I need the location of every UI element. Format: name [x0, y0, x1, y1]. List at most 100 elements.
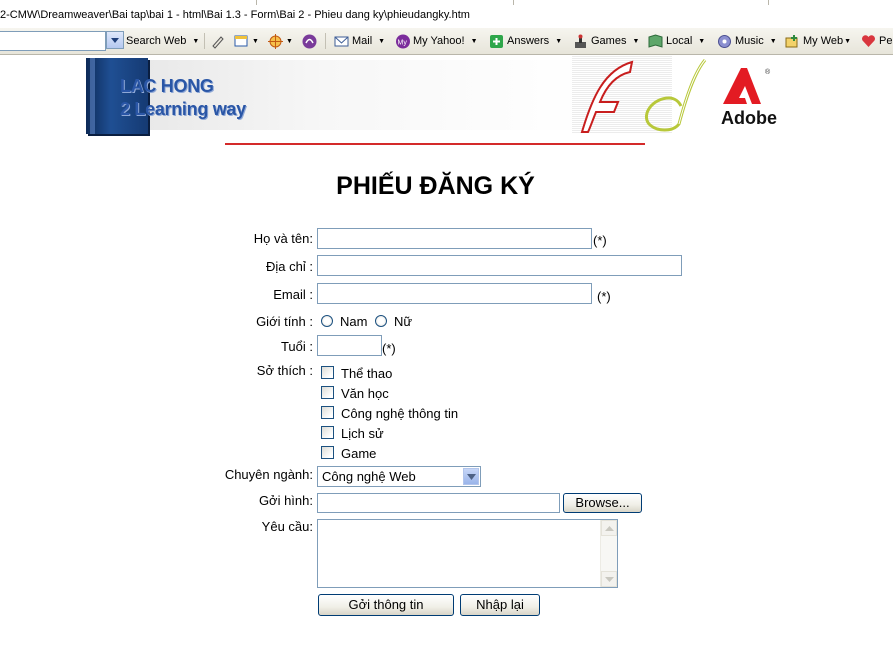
address-field[interactable]	[317, 255, 682, 276]
age-field[interactable]	[317, 335, 382, 356]
anti-spy-button[interactable]: ▼	[268, 32, 293, 50]
chevron-down-icon: ▼	[844, 37, 852, 45]
divider	[325, 33, 326, 49]
toolbar-label: Per	[879, 35, 893, 47]
svg-text:My: My	[398, 39, 408, 46]
address-label: Địa chỉ :	[266, 259, 313, 274]
chevron-down-icon: ▼	[698, 37, 706, 45]
pencil-icon	[210, 34, 225, 49]
major-selected-value: Công nghệ Web	[322, 469, 416, 484]
toolbar-games[interactable]: Games ▼	[573, 32, 639, 50]
hobby-label: Sở thích :	[256, 363, 313, 378]
required-mark: (*)	[382, 341, 396, 356]
textarea-scrollbar[interactable]	[600, 520, 617, 587]
hobby-sports-checkbox[interactable]	[321, 366, 334, 379]
gender-male-radio[interactable]	[321, 315, 333, 327]
toolbar-search-dropdown[interactable]	[106, 31, 124, 49]
chevron-down-icon	[467, 474, 476, 480]
flash-logo-icon	[580, 60, 634, 133]
toolbar-local[interactable]: Local ▼	[648, 32, 705, 50]
svg-text:®: ®	[765, 68, 771, 76]
email-label: Email :	[273, 287, 313, 302]
my-yahoo-icon: My	[395, 34, 410, 49]
major-select[interactable]: Công nghệ Web	[317, 466, 481, 487]
highlight-button[interactable]	[210, 32, 228, 50]
chevron-down-icon	[111, 38, 119, 43]
toolbar-label: My Web	[803, 35, 844, 47]
headset-icon	[302, 34, 317, 49]
hobby-history-checkbox[interactable]	[321, 426, 334, 439]
answers-icon	[489, 34, 504, 49]
file-path: 2-CMW\Dreamweaver\Bai tap\bai 1 - html\B…	[0, 9, 470, 21]
toolbar-label: Answers	[507, 35, 550, 47]
games-icon	[573, 34, 588, 49]
request-textarea[interactable]	[317, 519, 618, 588]
toolbar-label: Games	[591, 35, 627, 47]
hobby-game-checkbox[interactable]	[321, 446, 334, 459]
adobe-logo: ® Adobe	[721, 66, 777, 128]
required-mark: (*)	[593, 233, 607, 248]
chevron-down-icon: ▼	[632, 37, 640, 45]
window-icon	[234, 34, 249, 49]
chevron-down-icon: ▼	[470, 37, 478, 45]
gender-female-label: Nữ	[394, 314, 413, 329]
headset-button[interactable]	[302, 32, 320, 50]
age-label: Tuổi :	[280, 339, 313, 354]
gender-female-radio[interactable]	[375, 315, 387, 327]
scroll-up-button[interactable]	[601, 520, 617, 536]
search-web-label: Search Web	[126, 35, 187, 47]
music-icon	[717, 34, 732, 49]
chevron-down-icon: ▼	[555, 37, 563, 45]
crosshair-icon	[268, 33, 283, 49]
toolbar-mail[interactable]: Mail ▼	[334, 32, 385, 50]
divider	[513, 0, 514, 5]
request-label: Yêu cầu:	[261, 519, 313, 534]
yahoo-toolbar: Search Web ▼ ▼ ▼ Mail ▼ My My Yahoo! ▼ A…	[0, 28, 893, 55]
browse-button[interactable]: Browse...	[563, 493, 642, 513]
hobby-literature-checkbox[interactable]	[321, 386, 334, 399]
divider	[204, 33, 205, 49]
divider	[256, 0, 257, 5]
header-banner: LAC HONG 2 Learning way ® Adobe	[86, 56, 791, 134]
required-mark: (*)	[597, 289, 611, 304]
toolbar-music[interactable]: Music ▼	[717, 32, 777, 50]
chevron-down-icon: ▼	[286, 37, 293, 45]
chevron-down-icon: ▼	[192, 37, 200, 45]
dreamweaver-logo-icon	[645, 59, 707, 132]
reset-button[interactable]: Nhập lại	[460, 594, 540, 616]
local-icon	[648, 33, 663, 49]
chevron-up-icon	[605, 526, 614, 531]
gender-label: Giới tính :	[256, 314, 313, 329]
scroll-down-button[interactable]	[601, 571, 617, 587]
mail-icon	[334, 34, 349, 49]
toolbar-label: Music	[735, 35, 764, 47]
upload-path-field[interactable]	[317, 493, 560, 513]
toolbar-personals[interactable]: Per	[861, 32, 893, 50]
hobby-it-label: Công nghệ thông tin	[341, 406, 459, 421]
fullname-field[interactable]	[317, 228, 592, 249]
chevron-down-icon: ▼	[769, 37, 777, 45]
chevron-down-icon: ▼	[252, 37, 259, 45]
toolbar-my-web[interactable]: My Web ▼	[785, 32, 851, 50]
search-web-button[interactable]: Search Web ▼	[126, 32, 199, 50]
hobby-it-checkbox[interactable]	[321, 406, 334, 419]
submit-button[interactable]: Gởi thông tin	[318, 594, 454, 616]
gender-male-label: Nam	[340, 314, 368, 329]
divider	[768, 0, 769, 5]
brand-name: LAC HONG	[120, 76, 214, 96]
upload-label: Gởi hình:	[258, 493, 313, 508]
toolbar-answers[interactable]: Answers ▼	[489, 32, 562, 50]
popup-blocker-button[interactable]: ▼	[234, 32, 259, 50]
heart-icon	[861, 34, 876, 49]
toolbar-search-input[interactable]	[0, 31, 106, 51]
my-web-icon	[785, 34, 800, 49]
chevron-down-icon	[605, 577, 614, 582]
adobe-wordmark: Adobe	[721, 108, 777, 128]
toolbar-my-yahoo[interactable]: My My Yahoo! ▼	[395, 32, 478, 50]
email-field[interactable]	[317, 283, 592, 304]
fullname-label: Họ và tên:	[253, 231, 313, 246]
hobby-game-label: Game	[341, 446, 377, 461]
divider	[225, 143, 645, 145]
major-label: Chuyên ngành:	[224, 467, 313, 482]
major-dropdown-button[interactable]	[463, 468, 479, 485]
